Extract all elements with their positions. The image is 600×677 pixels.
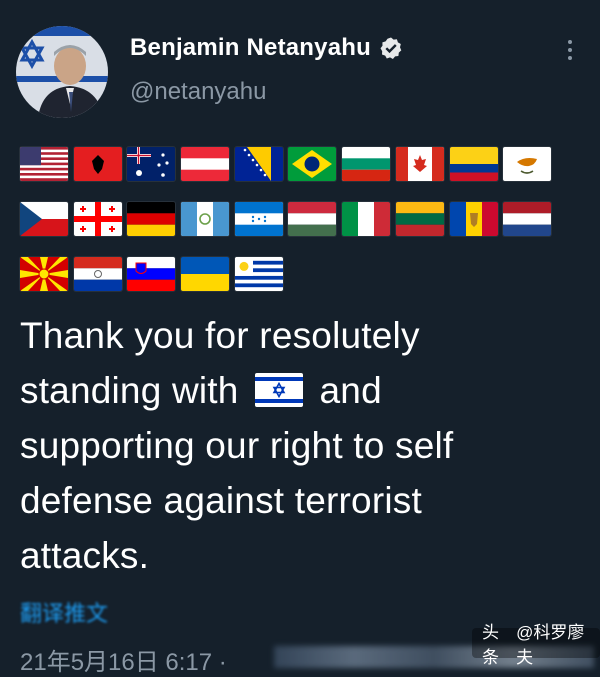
flag-georgia-icon <box>73 202 122 236</box>
flag-north-macedonia-icon <box>20 257 68 291</box>
flag-paraguay-icon <box>73 257 122 291</box>
more-options-icon[interactable] <box>560 34 580 66</box>
flag-netherlands-icon <box>503 202 552 236</box>
author-handle[interactable]: @netanyahu <box>130 78 266 106</box>
flag-austria-icon <box>181 147 230 181</box>
tweet-line-3: supporting our right to self <box>20 425 454 466</box>
translate-tweet-link[interactable]: 翻译推文 <box>20 596 108 628</box>
flag-colombia-icon <box>449 147 498 181</box>
flag-hungary-icon <box>288 202 337 236</box>
flag-row-2 <box>20 202 560 238</box>
flag-albania-icon <box>73 147 122 181</box>
watermark-platform: 头条 <box>482 623 499 667</box>
flag-australia-icon <box>127 147 176 181</box>
flag-united-states-icon <box>20 147 68 181</box>
flag-row-3 <box>20 257 560 293</box>
watermark-account: @科罗廖夫 <box>516 623 585 667</box>
flag-czech-republic-icon <box>20 202 68 236</box>
flag-brazil-icon <box>288 147 337 181</box>
tweet-timestamp[interactable]: 21年5月16日 6:17 · <box>20 642 227 677</box>
tweet-line-2: standing with and <box>20 363 580 418</box>
verified-badge-icon <box>379 36 403 60</box>
tweet-line-2b: and <box>309 370 382 411</box>
tweet-line-5: attacks. <box>20 535 150 576</box>
israel-flag-icon <box>255 373 304 407</box>
flag-canada-icon <box>395 147 444 181</box>
flag-moldova-icon <box>449 202 498 236</box>
flag-lithuania-icon <box>395 202 444 236</box>
tweet-header: Benjamin Netanyahu @netanyahu <box>0 0 600 130</box>
flag-slovenia-icon <box>127 257 176 291</box>
flag-uruguay-icon <box>234 257 283 291</box>
flag-bulgaria-icon <box>342 147 391 181</box>
flag-bosnia-and-herzegovina-icon <box>234 147 283 181</box>
flag-germany-icon <box>127 202 176 236</box>
flag-guatemala-icon <box>181 202 230 236</box>
author-avatar[interactable] <box>16 26 108 118</box>
watermark: 头条 @科罗廖夫 <box>472 623 600 667</box>
flag-cyprus-icon <box>503 147 552 181</box>
flag-ukraine-icon <box>181 257 230 291</box>
author-name[interactable]: Benjamin Netanyahu <box>130 34 371 62</box>
tweet-line-4: defense against terrorist <box>20 480 422 521</box>
tweet-body: Thank you for resolutely standing with a… <box>20 308 580 583</box>
flag-italy-icon <box>342 202 391 236</box>
tweet-line-2a: standing with <box>20 370 250 411</box>
flag-row-1 <box>20 147 560 183</box>
tweet-line-1: Thank you for resolutely <box>20 315 420 356</box>
flags-block <box>20 147 560 312</box>
flag-honduras-icon <box>234 202 283 236</box>
author-name-row: Benjamin Netanyahu <box>130 34 403 62</box>
